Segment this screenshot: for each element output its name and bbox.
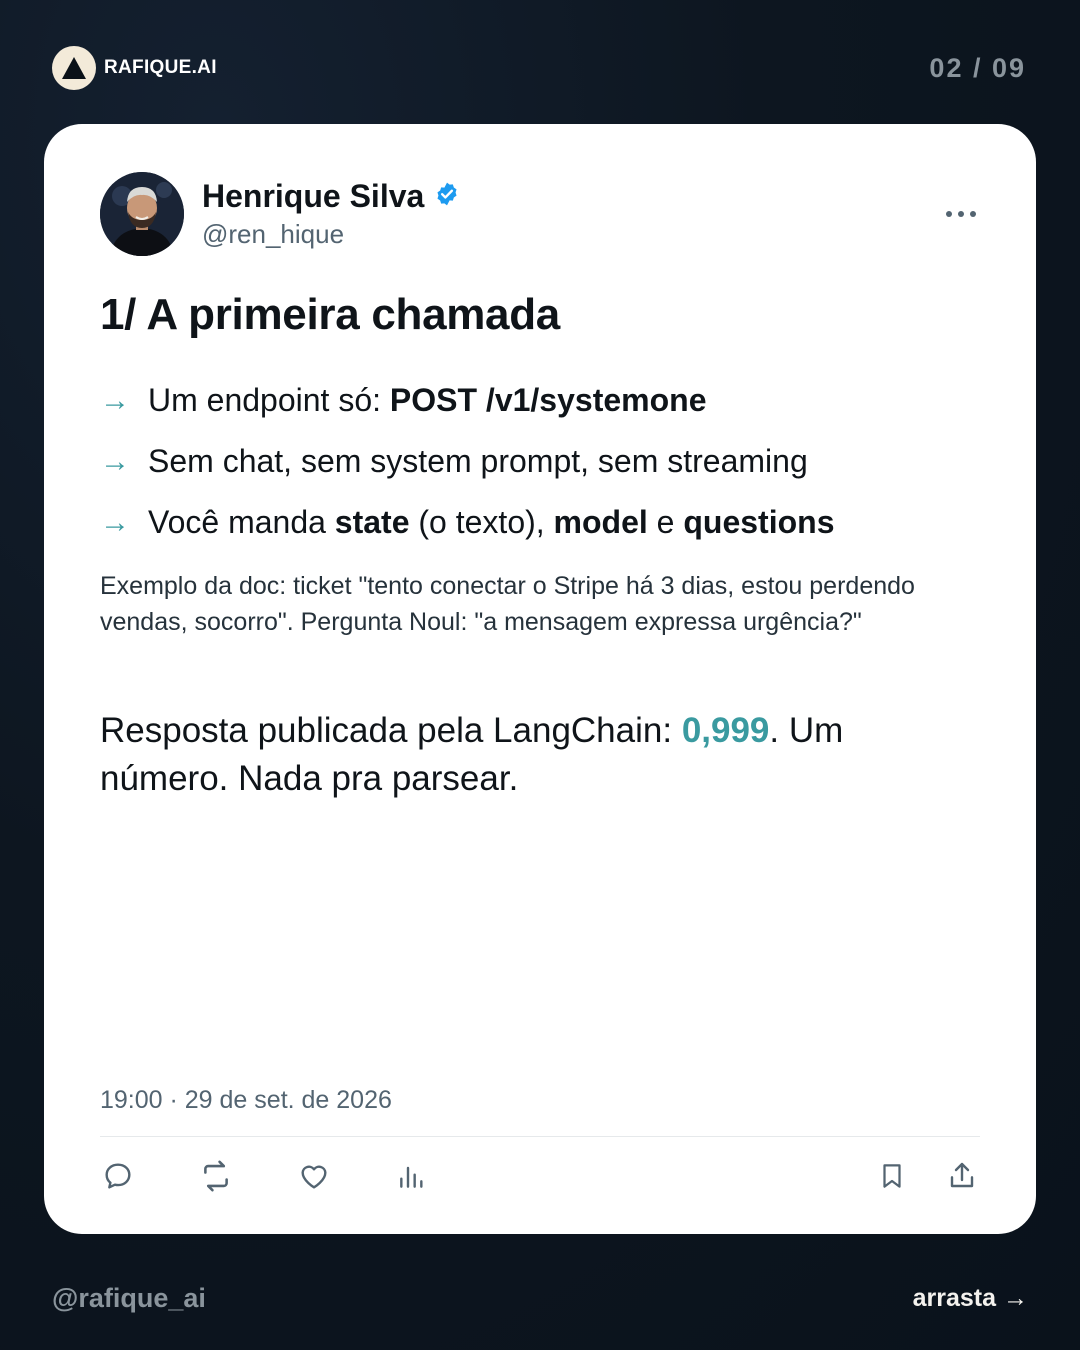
answer-highlight: 0,999 (681, 711, 770, 750)
bullet-text-plain: Um endpoint só: (148, 382, 390, 418)
bullet-text-bold: POST /v1/systemone (389, 382, 707, 418)
bullet-text-bold: state (334, 504, 410, 540)
share-icon[interactable] (944, 1158, 980, 1194)
bullet-item: → Você manda state (o texto), model e qu… (100, 492, 996, 553)
divider (100, 1136, 980, 1137)
example-text: Exemplo da doc: ticket "tento conectar o… (100, 572, 915, 636)
page-counter: 02 / 09 (929, 52, 1026, 83)
answer-prefix: Resposta publicada pela LangChain: (100, 711, 682, 750)
swipe-hint[interactable]: arrasta → (913, 1284, 1028, 1313)
arrow-right-icon: → (100, 444, 130, 478)
dot-icon (958, 211, 964, 217)
author-handle[interactable]: @ren_hique (202, 219, 460, 250)
verified-badge-icon (434, 181, 460, 212)
avatar[interactable] (100, 172, 184, 256)
bullet-text-plain: (o texto), (409, 504, 554, 540)
bullet-text-plain: e (647, 504, 684, 540)
top-bar: RAFIQUE.AI 02 / 09 (52, 44, 1026, 92)
more-options-button[interactable] (942, 201, 980, 227)
author-name-row: Henrique Silva (202, 178, 460, 215)
dot-icon (946, 211, 952, 217)
arrow-right-icon: → (100, 383, 130, 417)
bullet-item: → Um endpoint só: POST /v1/systemone (100, 370, 996, 431)
bullet-text-bold: questions (683, 504, 835, 540)
post-title: 1/ A primeira chamada (100, 290, 560, 339)
bullet-text-plain: Você manda (148, 504, 335, 540)
author-name[interactable]: Henrique Silva (202, 178, 424, 215)
bullet-item: → Sem chat, sem system prompt, sem strea… (100, 431, 996, 492)
dot-icon (970, 211, 976, 217)
author: Henrique Silva @ren_hique (202, 178, 460, 250)
arrow-right-icon: → (100, 505, 130, 539)
bullet-text: Você manda state (o texto), model e ques… (148, 504, 834, 541)
triangle-logo-icon (52, 46, 96, 90)
bottom-bar: @rafique_ai arrasta → (52, 1278, 1028, 1318)
views-icon[interactable] (394, 1158, 430, 1194)
action-bar (100, 1158, 980, 1198)
bookmark-icon[interactable] (874, 1158, 910, 1194)
post-timestamp[interactable]: 19:00 · 29 de set. de 2026 (100, 1086, 392, 1115)
brand: RAFIQUE.AI (52, 46, 217, 90)
like-icon[interactable] (296, 1158, 332, 1194)
reply-icon[interactable] (100, 1158, 136, 1194)
answer-text: Resposta publicada pela LangChain: 0,999… (100, 707, 960, 803)
bullet-text-bold: model (553, 504, 648, 540)
brand-name: RAFIQUE.AI (104, 57, 217, 78)
repost-icon[interactable] (198, 1158, 234, 1194)
footer-handle[interactable]: @rafique_ai (52, 1283, 206, 1314)
bullet-text: Um endpoint só: POST /v1/systemone (148, 382, 706, 419)
post-header: Henrique Silva @ren_hique (100, 172, 980, 256)
post-card: Henrique Silva @ren_hique 1/ A primeira … (44, 124, 1036, 1234)
bullet-list: → Um endpoint só: POST /v1/systemone → S… (100, 370, 996, 553)
bullet-text: Sem chat, sem system prompt, sem streami… (148, 443, 808, 479)
